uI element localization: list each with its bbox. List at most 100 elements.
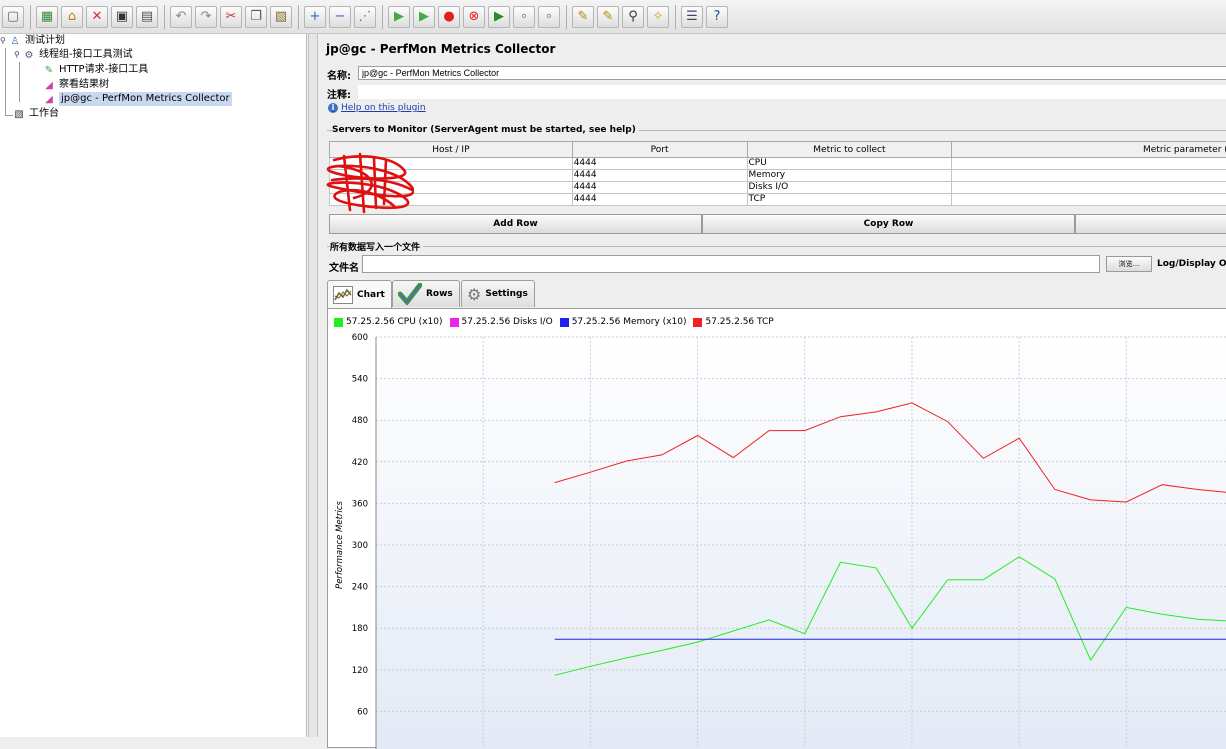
add-row-button[interactable]: Add Row (329, 214, 702, 234)
tree-item-test-plan[interactable]: ⚲ ♙ 测试计划 (0, 34, 65, 48)
table-cell-metric[interactable]: CPU (747, 158, 952, 170)
collapse-icon: − (335, 10, 346, 23)
tree-item-view-results-tree[interactable]: ◢ 察看结果树 (42, 78, 109, 92)
redo-button[interactable]: ↷ (195, 6, 217, 28)
clear-all-button[interactable]: ✎ (597, 6, 619, 28)
table-cell-metric[interactable]: Disks I/O (747, 182, 952, 194)
y-tick-label: 360 (352, 499, 368, 509)
expand-button[interactable]: + (304, 6, 326, 28)
help-link[interactable]: i Help on this plugin (328, 103, 426, 113)
main-toolbar: ▢▦⌂✕▣▤↶↷✂❐▧+−⋰▶▶●⊗▶∘∘✎✎⚲✧☰? (0, 0, 1226, 34)
tree-item-label: 线程组-接口工具测试 (39, 48, 133, 62)
shutdown-icon: ⊗ (469, 10, 480, 23)
templates-button[interactable]: ▦ (36, 6, 58, 28)
function-helper-icon: ☰ (686, 10, 698, 23)
rows-check-icon (398, 283, 422, 305)
log-display-only-label[interactable]: Log/Display Only (1157, 259, 1226, 269)
table-row[interactable]: 4444Disks I/O (330, 182, 1226, 194)
tab-rows[interactable]: Rows (392, 280, 460, 307)
table-cell-port[interactable]: 4444 (572, 194, 747, 206)
tab-chart[interactable]: Chart (327, 280, 392, 308)
stop-icon: ● (443, 10, 454, 23)
table-row[interactable]: 4444CPU (330, 158, 1226, 170)
close-plan-button[interactable]: ✕ (86, 6, 108, 28)
table-cell-param[interactable] (952, 170, 1226, 182)
tree-item-thread-group[interactable]: ⚲ ⚙ 线程组-接口工具测试 (14, 48, 133, 62)
toolbar-separator (382, 5, 383, 29)
column-header-metric[interactable]: Metric to collect (747, 142, 952, 158)
browse-button[interactable]: 浏览... (1106, 256, 1152, 272)
tree-connector (19, 62, 20, 102)
paste-icon: ▧ (275, 10, 287, 23)
table-cell-metric[interactable]: TCP (747, 194, 952, 206)
tab-settings[interactable]: ⚙ Settings (461, 280, 535, 307)
cut-button[interactable]: ✂ (220, 6, 242, 28)
paste-button[interactable]: ▧ (270, 6, 292, 28)
copy-button[interactable]: ❐ (245, 6, 267, 28)
file-name-input[interactable] (362, 255, 1100, 273)
collapse-button[interactable]: − (329, 6, 351, 28)
perfmon-panel: jp@gc - PerfMon Metrics Collector 名称: 注释… (320, 34, 1226, 737)
reset-search-button[interactable]: ✧ (647, 6, 669, 28)
comment-label: 注释: (327, 86, 351, 101)
name-label: 名称: (327, 67, 351, 82)
remote-stop-button[interactable]: ∘ (513, 6, 535, 28)
column-header-param[interactable]: Metric parameter (se (952, 142, 1226, 158)
table-cell-metric[interactable]: Memory (747, 170, 952, 182)
table-cell-param[interactable] (952, 194, 1226, 206)
table-row[interactable]: 4444TCP (330, 194, 1226, 206)
redo-icon: ↷ (201, 10, 212, 23)
toggle-button[interactable]: ⋰ (354, 6, 376, 28)
copy-row-button[interactable]: Copy Row (702, 214, 1075, 234)
undo-button[interactable]: ↶ (170, 6, 192, 28)
start-no-pause-button[interactable]: ▶ (413, 6, 435, 28)
shutdown-button[interactable]: ⊗ (463, 6, 485, 28)
tree-item-workbench[interactable]: ▧ 工作台 (12, 107, 59, 121)
tree-connector (5, 48, 6, 116)
tree-item-label: jp@gc - PerfMon Metrics Collector (59, 92, 232, 106)
start-button[interactable]: ▶ (388, 6, 410, 28)
tree-item-http-sampler[interactable]: ✎ HTTP请求-接口工具 (42, 63, 148, 77)
table-cell-port[interactable]: 4444 (572, 158, 747, 170)
stop-button[interactable]: ● (438, 6, 460, 28)
name-field[interactable] (358, 66, 1226, 80)
save-button[interactable]: ▣ (111, 6, 133, 28)
table-cell-port[interactable]: 4444 (572, 170, 747, 182)
copy-icon: ❐ (250, 10, 262, 23)
open-icon: ⌂ (68, 10, 76, 23)
remote-shutdown-icon: ∘ (545, 10, 553, 23)
file-name-label: 文件名 (329, 259, 359, 274)
new-icon: ▢ (7, 10, 19, 23)
column-header-port[interactable]: Port (572, 142, 747, 158)
toolbar-separator (675, 5, 676, 29)
row-buttons: Add Row Copy Row (329, 214, 1226, 234)
new-button[interactable]: ▢ (2, 6, 24, 28)
table-cell-param[interactable] (952, 182, 1226, 194)
function-helper-button[interactable]: ☰ (681, 6, 703, 28)
perfmon-icon: ◢ (42, 93, 56, 105)
open-button[interactable]: ⌂ (61, 6, 83, 28)
remote-shutdown-button[interactable]: ∘ (538, 6, 560, 28)
delete-row-button[interactable] (1075, 214, 1226, 234)
close-plan-icon: ✕ (92, 10, 103, 23)
panel-splitter[interactable] (308, 34, 318, 737)
templates-icon: ▦ (41, 10, 53, 23)
info-icon: i (328, 103, 338, 113)
table-cell-port[interactable]: 4444 (572, 182, 747, 194)
save-as-button[interactable]: ▤ (136, 6, 158, 28)
tab-label: Chart (357, 290, 385, 300)
tree-item-label: 工作台 (29, 107, 59, 121)
y-tick-label: 420 (352, 458, 368, 468)
comment-field[interactable] (358, 85, 1226, 99)
table-cell-param[interactable] (952, 158, 1226, 170)
remote-start-button[interactable]: ▶ (488, 6, 510, 28)
y-tick-label: 540 (352, 375, 368, 385)
search-button[interactable]: ⚲ (622, 6, 644, 28)
tree-item-perfmon[interactable]: ◢ jp@gc - PerfMon Metrics Collector (42, 92, 232, 106)
clear-button[interactable]: ✎ (572, 6, 594, 28)
table-row[interactable]: 4444Memory (330, 170, 1226, 182)
clear-icon: ✎ (578, 10, 589, 23)
help-button[interactable]: ? (706, 6, 728, 28)
servers-table: Host / IP Port Metric to collect Metric … (329, 141, 1226, 206)
y-axis-label: Performance Metrics (335, 500, 345, 588)
